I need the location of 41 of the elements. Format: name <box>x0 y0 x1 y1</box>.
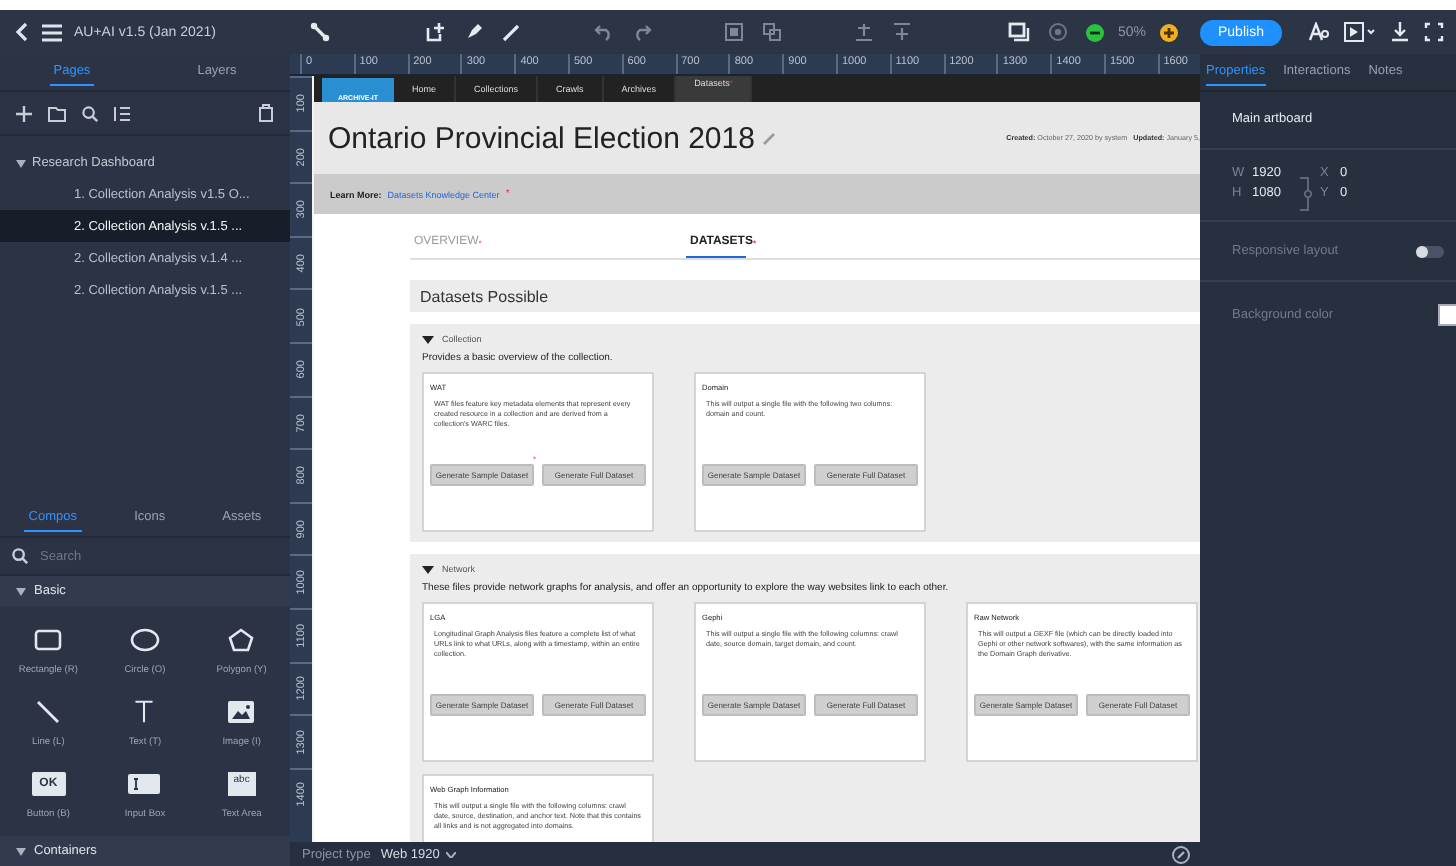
zoom-out-icon[interactable] <box>1086 23 1104 41</box>
page-title: Ontario Provincial Election 2018 <box>328 121 755 155</box>
caret-icon <box>16 159 26 167</box>
add-frame-icon[interactable] <box>426 22 446 42</box>
plus-icon[interactable] <box>16 105 32 121</box>
triangle-icon <box>422 565 434 573</box>
folder-icon[interactable] <box>48 105 66 121</box>
search-icon[interactable] <box>82 105 98 121</box>
undo-icon[interactable] <box>594 22 614 42</box>
responsive-toggle[interactable] <box>1416 245 1444 257</box>
pentagon-icon[interactable] <box>228 627 255 651</box>
text-tool-icon[interactable] <box>132 699 157 723</box>
rectangle-icon[interactable] <box>34 627 63 651</box>
clipboard-icon[interactable] <box>258 104 274 122</box>
section-heading: Datasets Possible <box>410 280 1200 312</box>
redo-icon[interactable] <box>632 22 652 42</box>
input-box-icon[interactable] <box>128 771 161 795</box>
list-icon[interactable] <box>114 105 130 121</box>
download-icon[interactable] <box>1389 22 1410 42</box>
ungroup-icon[interactable] <box>762 22 782 42</box>
fill-icon[interactable] <box>464 22 484 42</box>
line-icon[interactable] <box>36 699 61 723</box>
caret-icon <box>16 587 26 595</box>
search-icon <box>12 548 28 564</box>
align-bottom-icon[interactable] <box>854 22 874 42</box>
group-icon[interactable] <box>724 22 744 42</box>
caret-icon <box>445 851 456 857</box>
back-icon[interactable] <box>14 22 30 42</box>
settings-icon[interactable] <box>1048 22 1068 42</box>
artboard-icon[interactable] <box>1008 22 1030 42</box>
caret-icon <box>16 847 26 855</box>
preview-icon[interactable] <box>1343 22 1376 42</box>
align-top-icon[interactable] <box>892 22 912 42</box>
triangle-icon <box>422 335 434 343</box>
image-icon[interactable] <box>228 699 255 723</box>
zoom-in-icon[interactable] <box>1160 23 1179 41</box>
connector-icon[interactable] <box>310 22 330 42</box>
fullscreen-icon[interactable] <box>1423 22 1444 42</box>
color-swatch[interactable] <box>1438 304 1456 326</box>
menu-icon[interactable] <box>42 23 62 41</box>
circle-icon[interactable] <box>129 627 160 651</box>
